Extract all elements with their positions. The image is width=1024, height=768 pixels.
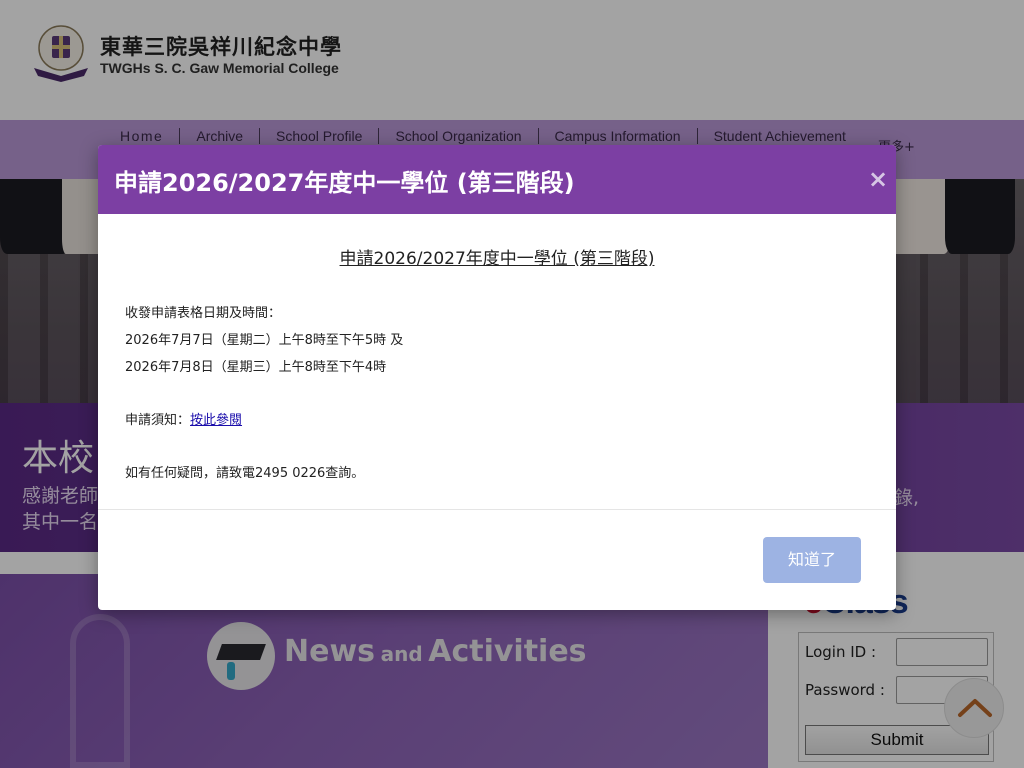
enquiry-line: 如有任何疑問，請致電2495 0226查詢。	[125, 466, 365, 481]
dialog-heading: 申請2026/2027年度中一學位 (第三階段)	[98, 244, 896, 269]
close-icon[interactable]: ×	[868, 167, 888, 191]
application-date-1: 2026年7月7日（星期二）上午8時至下午5時 及	[125, 333, 404, 348]
notice-link[interactable]: 按此參閱	[190, 413, 242, 428]
application-period-label: 收發申請表格日期及時間：	[125, 306, 282, 321]
notice-label: 申請須知：	[125, 413, 191, 428]
dialog-header: 申請2026/2027年度中一學位 (第三階段) ×	[98, 145, 896, 214]
notice-line: 申請須知：按此參閱	[125, 409, 242, 428]
application-date-2: 2026年7月8日（星期三）上午8時至下午4時	[125, 360, 387, 375]
dialog-footer-divider	[98, 509, 896, 510]
dialog-heading-text: 申請2026/2027年度中一學位 (第三階段)	[339, 249, 655, 269]
acknowledge-button[interactable]: 知道了	[763, 537, 861, 583]
admission-notice-dialog: 申請2026/2027年度中一學位 (第三階段) × 申請2026/2027年度…	[98, 145, 896, 610]
dialog-body: 申請2026/2027年度中一學位 (第三階段) 收發申請表格日期及時間： 20…	[98, 214, 896, 510]
dialog-title: 申請2026/2027年度中一學位 (第三階段)	[114, 169, 575, 197]
